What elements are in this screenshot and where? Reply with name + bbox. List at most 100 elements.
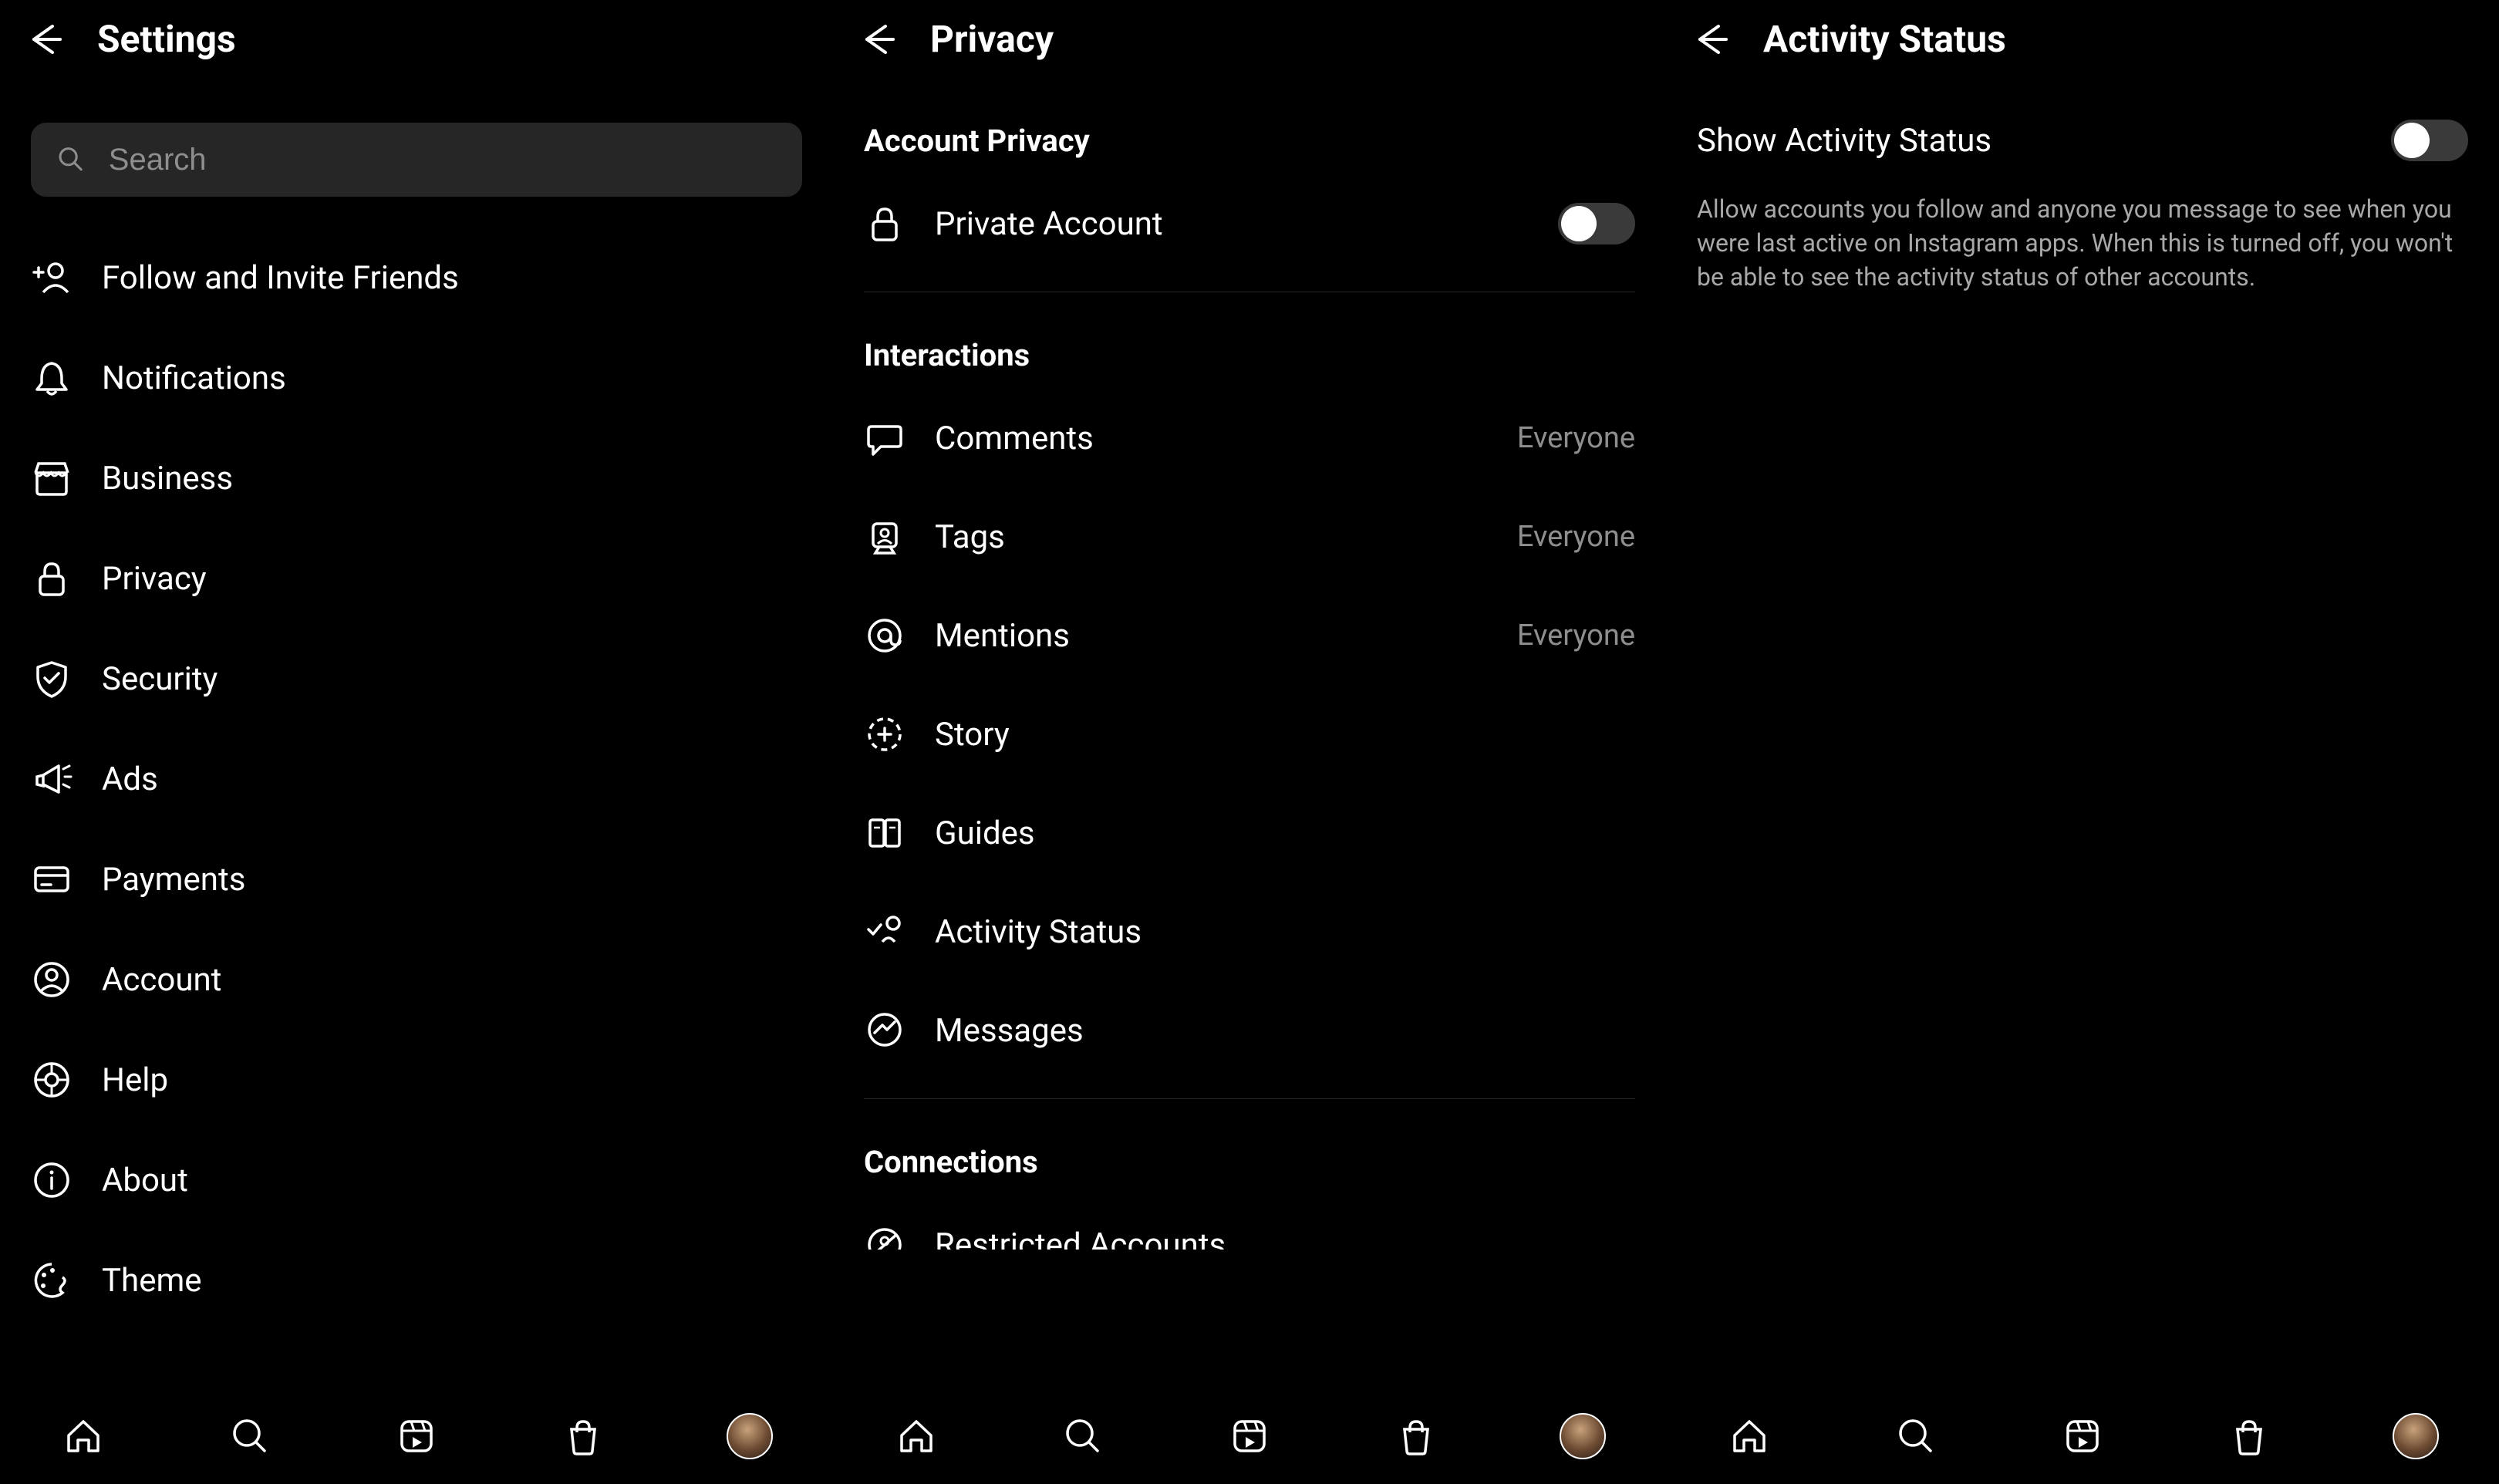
settings-item-label: About — [102, 1162, 188, 1199]
header: Activity Status — [1666, 0, 2499, 78]
search-icon — [1895, 1415, 1937, 1457]
privacy-item-label: Story — [935, 716, 1635, 754]
nav-shop[interactable] — [558, 1411, 608, 1461]
privacy-item-comments[interactable]: CommentsEveryone — [833, 389, 1666, 487]
home-icon — [1728, 1415, 1770, 1457]
page-title: Activity Status — [1763, 17, 2006, 61]
settings-item-label: Follow and Invite Friends — [102, 259, 459, 297]
section-account-privacy: Account Privacy — [833, 78, 1666, 174]
settings-item-follow-invite[interactable]: Follow and Invite Friends — [31, 228, 802, 328]
connections-item-restricted[interactable]: Restricted Accounts — [833, 1196, 1666, 1250]
reels-icon — [2062, 1415, 2103, 1457]
settings-panel: Settings Follow and Invite Friends Notifi… — [0, 0, 833, 1484]
nav-search[interactable] — [1058, 1411, 1108, 1461]
shop-icon — [2228, 1415, 2270, 1457]
settings-item-label: Security — [102, 660, 218, 698]
show-activity-status-toggle[interactable] — [2391, 120, 2468, 161]
lifebuoy-icon — [31, 1059, 73, 1101]
avatar-icon — [727, 1413, 773, 1459]
show-activity-status-row[interactable]: Show Activity Status — [1666, 78, 2499, 174]
nav-reels[interactable] — [1225, 1411, 1274, 1461]
back-button[interactable] — [1689, 19, 1731, 60]
privacy-item-messages[interactable]: Messages — [833, 981, 1666, 1080]
search-icon — [229, 1415, 271, 1457]
nav-shop[interactable] — [1391, 1411, 1441, 1461]
avatar-icon — [1560, 1413, 1606, 1459]
search-icon — [1062, 1415, 1104, 1457]
bottom-nav — [1666, 1388, 2499, 1484]
private-account-toggle[interactable] — [1558, 203, 1635, 245]
nav-search[interactable] — [1891, 1411, 1941, 1461]
bottom-nav — [0, 1388, 833, 1484]
activity-icon — [864, 911, 906, 953]
back-button[interactable] — [856, 19, 898, 60]
storefront-icon — [31, 457, 73, 499]
nav-profile[interactable] — [2391, 1411, 2440, 1461]
nav-reels[interactable] — [392, 1411, 441, 1461]
privacy-item-label: Messages — [935, 1012, 1635, 1050]
add-user-icon — [31, 257, 73, 298]
settings-item-account[interactable]: Account — [31, 929, 802, 1030]
settings-item-label: Notifications — [102, 359, 286, 397]
settings-item-label: Privacy — [102, 560, 207, 598]
settings-item-label: Theme — [102, 1262, 202, 1300]
nav-home[interactable] — [59, 1411, 108, 1461]
privacy-panel: Privacy Account Privacy Private Account … — [833, 0, 1666, 1484]
activity-status-description: Allow accounts you follow and anyone you… — [1666, 174, 2499, 294]
back-button[interactable] — [23, 19, 65, 60]
nav-search[interactable] — [225, 1411, 275, 1461]
nav-home[interactable] — [1725, 1411, 1774, 1461]
search-field[interactable] — [31, 123, 802, 197]
privacy-item-guides[interactable]: Guides — [833, 784, 1666, 882]
nav-reels[interactable] — [2058, 1411, 2107, 1461]
comment-icon — [864, 417, 906, 459]
shop-icon — [1395, 1415, 1437, 1457]
settings-item-business[interactable]: Business — [31, 428, 802, 528]
back-arrow-icon — [856, 19, 898, 60]
settings-item-security[interactable]: Security — [31, 629, 802, 729]
section-interactions: Interactions — [833, 292, 1666, 389]
private-account-row[interactable]: Private Account — [833, 174, 1666, 273]
privacy-item-story[interactable]: Story — [833, 685, 1666, 784]
settings-item-privacy[interactable]: Privacy — [31, 528, 802, 629]
settings-item-ads[interactable]: Ads — [31, 729, 802, 829]
settings-item-label: Account — [102, 961, 221, 999]
guides-icon — [864, 812, 906, 854]
show-activity-status-label: Show Activity Status — [1697, 122, 2391, 160]
search-input[interactable] — [109, 143, 777, 177]
privacy-item-label: Tags — [935, 518, 1517, 556]
privacy-item-label: Activity Status — [935, 913, 1635, 951]
privacy-item-tags[interactable]: TagsEveryone — [833, 487, 1666, 586]
settings-item-theme[interactable]: Theme — [31, 1230, 802, 1331]
nav-profile[interactable] — [725, 1411, 774, 1461]
search-container — [31, 123, 802, 197]
bell-icon — [31, 357, 73, 399]
messenger-icon — [864, 1010, 906, 1051]
shop-icon — [562, 1415, 604, 1457]
privacy-item-value: Everyone — [1517, 421, 1635, 455]
back-arrow-icon — [23, 19, 65, 60]
settings-item-payments[interactable]: Payments — [31, 829, 802, 929]
story-icon — [864, 713, 906, 755]
privacy-item-mentions[interactable]: MentionsEveryone — [833, 586, 1666, 685]
settings-item-label: Payments — [102, 861, 245, 899]
nav-shop[interactable] — [2224, 1411, 2274, 1461]
nav-profile[interactable] — [1558, 1411, 1607, 1461]
settings-item-notifications[interactable]: Notifications — [31, 328, 802, 428]
page-title: Privacy — [930, 17, 1054, 61]
settings-menu: Follow and Invite Friends Notifications Bu… — [0, 214, 833, 1331]
privacy-item-label: Comments — [935, 420, 1517, 457]
settings-item-label: Help — [102, 1061, 168, 1099]
page-title: Settings — [97, 17, 236, 61]
settings-item-help[interactable]: Help — [31, 1030, 802, 1130]
palette-icon — [31, 1260, 73, 1301]
home-icon — [62, 1415, 104, 1457]
section-connections: Connections — [833, 1099, 1666, 1196]
mention-icon — [864, 615, 906, 656]
nav-home[interactable] — [892, 1411, 941, 1461]
header: Settings — [0, 0, 833, 78]
privacy-item-activity-status[interactable]: Activity Status — [833, 882, 1666, 981]
megaphone-icon — [31, 758, 73, 800]
settings-item-about[interactable]: About — [31, 1130, 802, 1230]
lock-icon — [864, 203, 906, 245]
